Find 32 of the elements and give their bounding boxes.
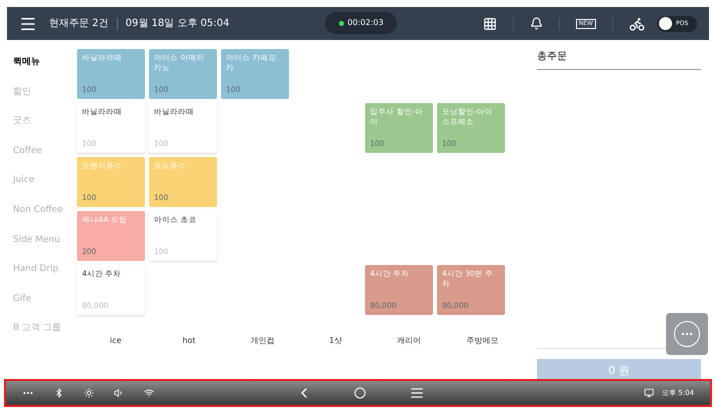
category-item[interactable]: Non Coffee <box>13 204 77 234</box>
total-button[interactable]: 0 원 <box>537 359 701 379</box>
category-item[interactable]: B 고객 그룹 <box>13 322 77 352</box>
category-item[interactable]: 할인 <box>13 86 77 116</box>
bike-icon[interactable] <box>629 16 645 32</box>
grid-icon[interactable] <box>482 16 497 30</box>
more-button[interactable] <box>666 313 708 355</box>
category-item[interactable]: 퀵메뉴 <box>13 56 77 86</box>
menu-icon[interactable] <box>410 386 424 400</box>
option-label[interactable]: 1샷 <box>299 335 372 347</box>
brightness-icon[interactable] <box>84 388 94 398</box>
datetime: 09월 18일 오후 05:04 <box>126 17 230 31</box>
option-label[interactable]: hot <box>152 335 226 347</box>
order-panel-title: 총주문 <box>537 49 701 70</box>
option-label[interactable]: 개인컵 <box>226 335 299 347</box>
category-item[interactable]: Juice <box>13 174 77 204</box>
timer: 00:02:03 <box>348 17 384 29</box>
category-item[interactable]: 굿즈 <box>13 115 77 145</box>
order-count: 현재주문 2건 <box>49 17 109 31</box>
category-item[interactable]: Side Menu <box>13 234 77 264</box>
option-label[interactable]: 주방메모 <box>446 335 519 347</box>
wifi-icon[interactable] <box>144 388 154 398</box>
category-item[interactable]: Coffee <box>13 144 77 174</box>
category-item[interactable]: Gife <box>13 292 77 322</box>
volume-icon[interactable] <box>114 388 124 398</box>
category-item[interactable]: Hand Drip <box>13 263 77 293</box>
bluetooth-icon[interactable] <box>54 388 64 398</box>
option-label[interactable]: ice <box>79 335 152 347</box>
screen-icon[interactable] <box>644 388 654 398</box>
option-label[interactable]: 캐리어 <box>372 335 446 347</box>
bell-icon[interactable] <box>530 17 543 30</box>
home-icon[interactable] <box>354 387 366 399</box>
